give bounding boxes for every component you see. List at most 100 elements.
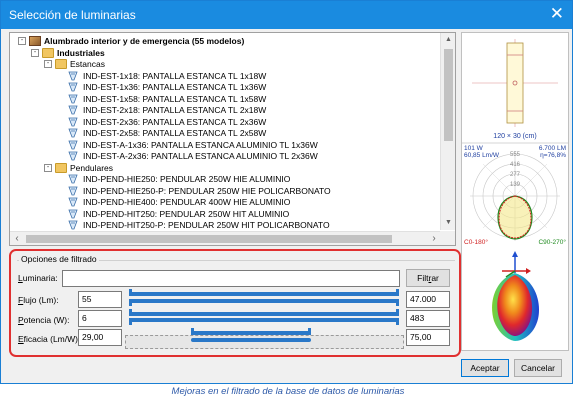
tree-row-label: Estancas [70,59,105,69]
scroll-thumb[interactable] [444,49,453,141]
folder-icon [55,59,67,69]
tree-row[interactable]: IND-EST-2x58: PANTALLA ESTANCA TL 2x58W [10,127,440,139]
potencia-slider-top-track[interactable] [129,312,399,316]
collapse-icon[interactable]: - [31,48,39,57]
tree-row[interactable]: IND-PEND-HIE250-P: PENDULAR 250W HIE POL… [10,185,440,197]
dimensions-text: 120 × 30 (cm) [493,133,536,140]
ring-label: 416 [510,162,521,168]
tree-row[interactable]: IND-PEND-HIE400: PENDULAR 400W HIE ALUMI… [10,196,440,208]
tree-row-label: IND-EST-A-2x36: PANTALLA ESTANCA ALUMINI… [83,151,318,161]
eficacia-slider-top-knob-right[interactable] [308,328,311,335]
tree-rows: - Alumbrado interior y de emergencia (55 … [10,33,441,232]
flujo-slider-top-track[interactable] [129,292,399,296]
tree-row[interactable]: - Alumbrado interior y de emergencia (55 … [10,35,440,47]
potencia-min-input[interactable]: 6 [78,310,122,327]
flujo-min-input[interactable]: 55 [78,291,122,308]
luminaire-icon [68,220,78,230]
collapse-icon[interactable]: - [44,163,52,172]
hscroll-thumb[interactable] [26,235,392,243]
tree-row[interactable]: - Industriales [10,47,440,59]
collapse-icon[interactable]: - [18,37,26,45]
ring-label: 555 [510,152,521,158]
catalog-icon [29,36,41,46]
tree-row-label: IND-PEND-HIT250: PENDULAR 250W HIT ALUMI… [83,208,290,219]
tree-row-label: Pendulares [70,162,114,173]
scroll-down-icon[interactable]: ▼ [441,216,455,230]
luminaire-icon [68,105,78,115]
eficacia-label: Eficacia (Lm/W): [18,334,81,344]
scroll-right-icon[interactable]: › [427,232,441,245]
tree-row-label: IND-EST-2x18: PANTALLA ESTANCA TL 2x18W [83,105,267,115]
luminaria-label: Luminaria: [18,273,58,283]
tree-row[interactable]: IND-PEND-HIE250: PENDULAR 250W HIE ALUMI… [10,173,440,185]
tree-row[interactable]: - Pendulares [10,162,440,174]
tree-row-label: IND-EST-1x36: PANTALLA ESTANCA TL 1x36W [83,82,267,92]
potencia-slider-bottom-knob-right[interactable] [396,318,399,325]
potencia-label: Potencia (W): [18,315,70,325]
eficacia-slider-bottom-track[interactable] [191,338,311,342]
cancel-button[interactable]: Cancelar [514,359,562,377]
flujo-slider-bottom-knob-left[interactable] [129,299,132,306]
folder-icon [42,47,54,58]
title-bar[interactable]: Selección de luminarias ✕ [1,1,572,29]
potencia-slider-bottom-track[interactable] [129,318,399,322]
folder-icon [55,162,67,173]
luminaire-icon [68,174,78,184]
preview-graphics: 120 × 30 (cm) 101 W 60,85 Lm/W 6.700 LM … [462,39,568,341]
eficacia-max-input[interactable]: 75,00 [406,329,450,346]
luminaire-icon [68,71,78,81]
power-text: 101 W [464,145,484,152]
tree-row[interactable]: IND-EST-1x36: PANTALLA ESTANCA TL 1x36W [10,81,440,93]
tree-row[interactable]: IND-PEND-HIT250-P: PENDULAR 250W HIT POL… [10,219,440,231]
tree-row[interactable]: IND-EST-A-2x36: PANTALLA ESTANCA ALUMINI… [10,150,440,162]
luminaire-tree[interactable]: - Alumbrado interior y de emergencia (55 … [9,32,456,246]
tree-horizontal-scrollbar[interactable]: ‹ › [10,231,441,245]
flujo-label: Flujo (Lm): [18,295,59,305]
potencia-max-input[interactable]: 483 [406,310,450,327]
tree-row-label: IND-EST-2x58: PANTALLA ESTANCA TL 2x58W [83,128,267,138]
luminaria-search-input[interactable] [62,270,400,287]
filter-button[interactable]: Filtrar [406,269,450,287]
scrollbar-corner [440,231,455,245]
tree-row[interactable]: IND-EST-2x36: PANTALLA ESTANCA TL 2x36W [10,116,440,128]
tree-vertical-scrollbar[interactable]: ▲ ▼ [440,33,455,230]
luminaire-icon [68,151,78,161]
luminaire-icon [68,82,78,92]
ring-label: 277 [510,172,521,178]
close-icon[interactable]: ✕ [550,4,564,24]
tree-row-label: IND-PEND-HIE400: PENDULAR 400W HIE ALUMI… [83,197,291,207]
tree-row-label: IND-EST-A-1x36: PANTALLA ESTANCA ALUMINI… [83,139,318,150]
luminaire-preview-panel: 120 × 30 (cm) 101 W 60,85 Lm/W 6.700 LM … [461,32,569,351]
luminaire-icon [68,186,78,196]
tree-row-label: IND-EST-1x58: PANTALLA ESTANCA TL 1x58W [83,93,267,104]
eficacia-min-input[interactable]: 29,00 [78,329,122,346]
filter-group-title: Opciones de filtrado [19,254,99,264]
flux-text: 6.700 LM [539,145,566,152]
flujo-slider-bottom-track[interactable] [129,299,399,303]
collapse-icon[interactable]: - [44,60,52,68]
filter-options-group: Opciones de filtrado Luminaria: Filtrar … [9,249,461,357]
tree-row-label: IND-EST-2x36: PANTALLA ESTANCA TL 2x36W [83,116,267,127]
potencia-slider-bottom-knob-left[interactable] [129,318,132,325]
efficacy-text: 60,85 Lm/W [464,152,500,159]
tree-row-label: Alumbrado interior y de emergencia (55 m… [44,36,245,46]
tree-row[interactable]: IND-EST-A-1x36: PANTALLA ESTANCA ALUMINI… [10,139,440,151]
window-title: Selección de luminarias [9,8,136,22]
accept-button[interactable]: Aceptar [461,359,509,377]
tree-row[interactable]: IND-EST-2x18: PANTALLA ESTANCA TL 2x18W [10,104,440,116]
c0-180-legend: C0-180° [464,238,488,246]
scroll-up-icon[interactable]: ▲ [441,33,455,47]
tree-row[interactable]: IND-PEND-HIT250: PENDULAR 250W HIT ALUMI… [10,208,440,220]
tree-row-label: Industriales [57,47,105,58]
luminaire-selection-dialog: Selección de luminarias ✕ - Alumbrado int… [0,0,573,384]
tree-row[interactable]: IND-EST-1x58: PANTALLA ESTANCA TL 1x58W [10,93,440,105]
tree-row[interactable]: - Estancas [10,58,440,70]
tree-row-label: IND-PEND-HIE250-P: PENDULAR 250W HIE POL… [83,185,331,196]
scroll-left-icon[interactable]: ‹ [10,232,24,245]
flujo-slider-bottom-knob-right[interactable] [396,299,399,306]
dimension-drawing [472,39,558,127]
efficiency-text: η=76,8% [540,152,566,159]
tree-row[interactable]: IND-EST-1x18: PANTALLA ESTANCA TL 1x18W [10,70,440,82]
flujo-max-input[interactable]: 47.000 [406,291,450,308]
figure-caption: Mejoras en el filtrado de la base de dat… [171,386,405,397]
